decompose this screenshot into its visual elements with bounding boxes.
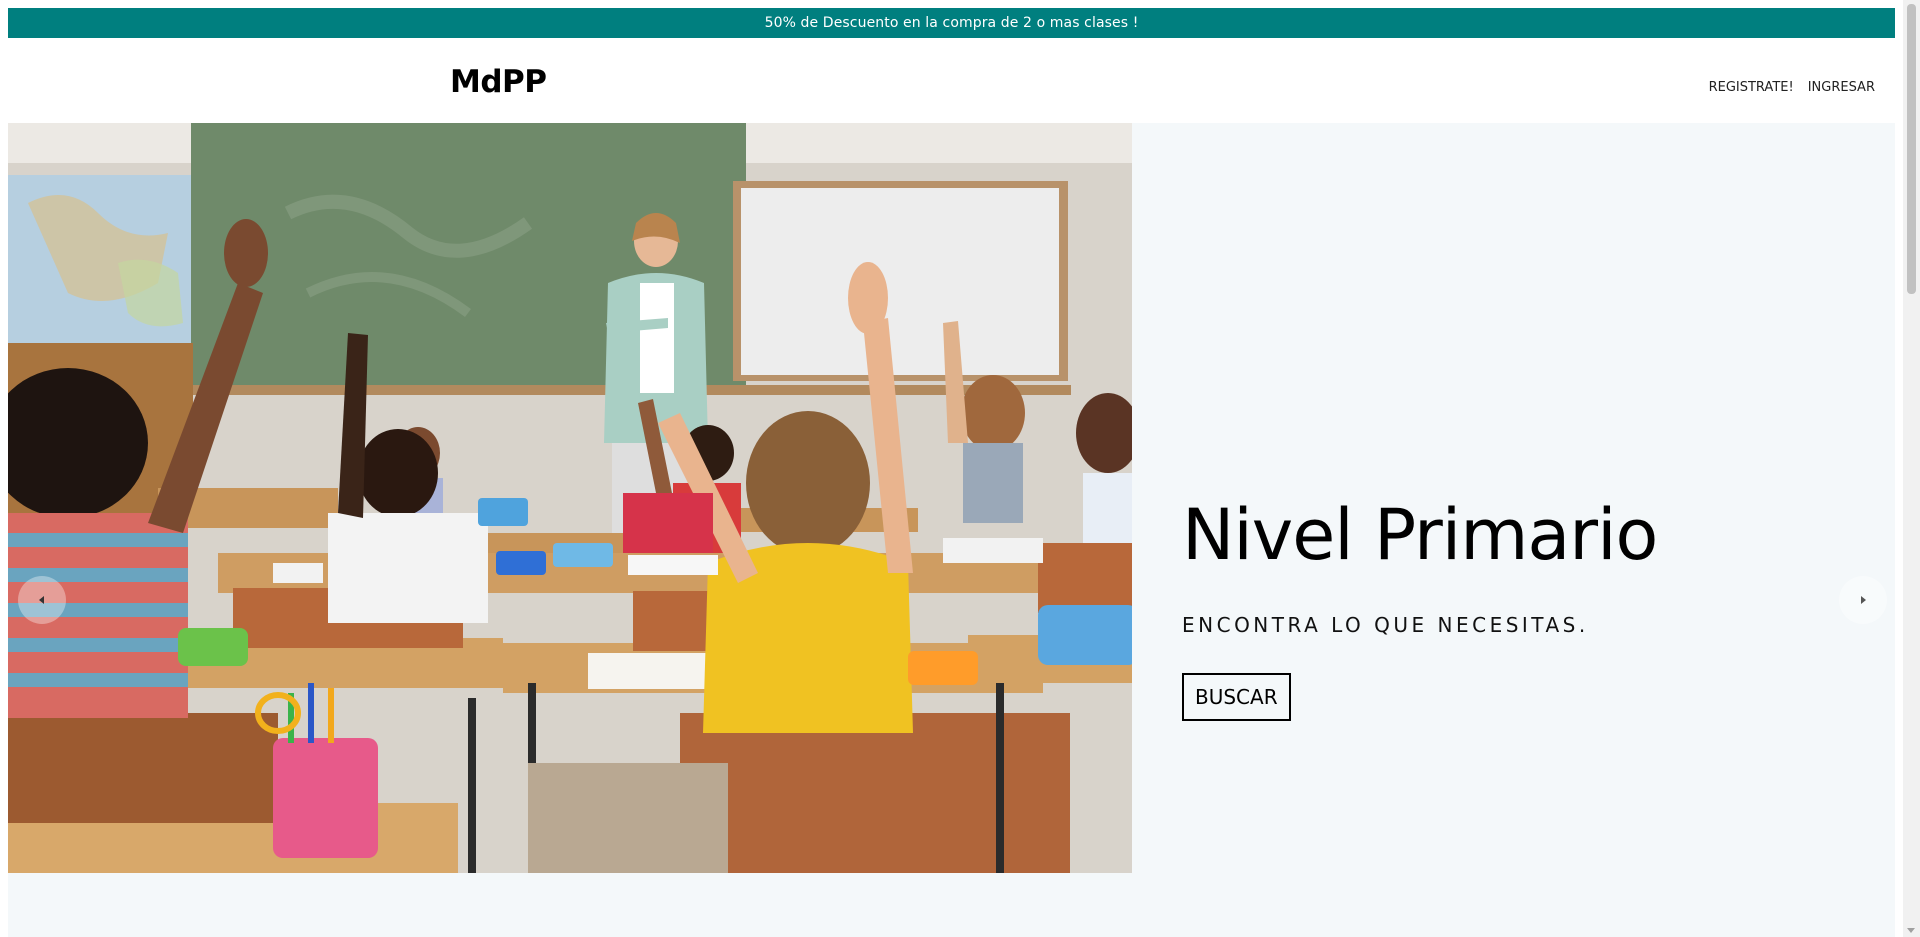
chevron-right-icon [1861, 596, 1866, 604]
hero-content: Nivel Primario ENCONTRA LO QUE NECESITAS… [1182, 493, 1658, 721]
announcement-text: 50% de Descuento en la compra de 2 o mas… [764, 15, 1139, 31]
register-link[interactable]: REGISTRATE! [1709, 80, 1794, 95]
hero-image [8, 123, 1132, 873]
scroll-down-icon[interactable] [1907, 928, 1915, 933]
announcement-bar: 50% de Descuento en la compra de 2 o mas… [8, 8, 1895, 38]
site-header: MdPP REGISTRATE! INGRESAR [8, 38, 1895, 123]
page-scrollbar[interactable] [1903, 0, 1920, 937]
slider-next-button[interactable] [1839, 576, 1887, 624]
login-link[interactable]: INGRESAR [1808, 80, 1875, 95]
hero-title: Nivel Primario [1182, 494, 1658, 576]
slider-prev-button[interactable] [18, 576, 66, 624]
hero-slider: Nivel Primario ENCONTRA LO QUE NECESITAS… [8, 123, 1895, 937]
search-button[interactable]: BUSCAR [1182, 673, 1291, 721]
header-nav: REGISTRATE! INGRESAR [1709, 80, 1875, 95]
hero-subtitle: ENCONTRA LO QUE NECESITAS. [1182, 613, 1589, 637]
page: 50% de Descuento en la compra de 2 o mas… [8, 8, 1895, 937]
scrollbar-thumb[interactable] [1907, 4, 1916, 294]
site-logo[interactable]: MdPP [450, 66, 547, 98]
chevron-left-icon [39, 596, 44, 604]
